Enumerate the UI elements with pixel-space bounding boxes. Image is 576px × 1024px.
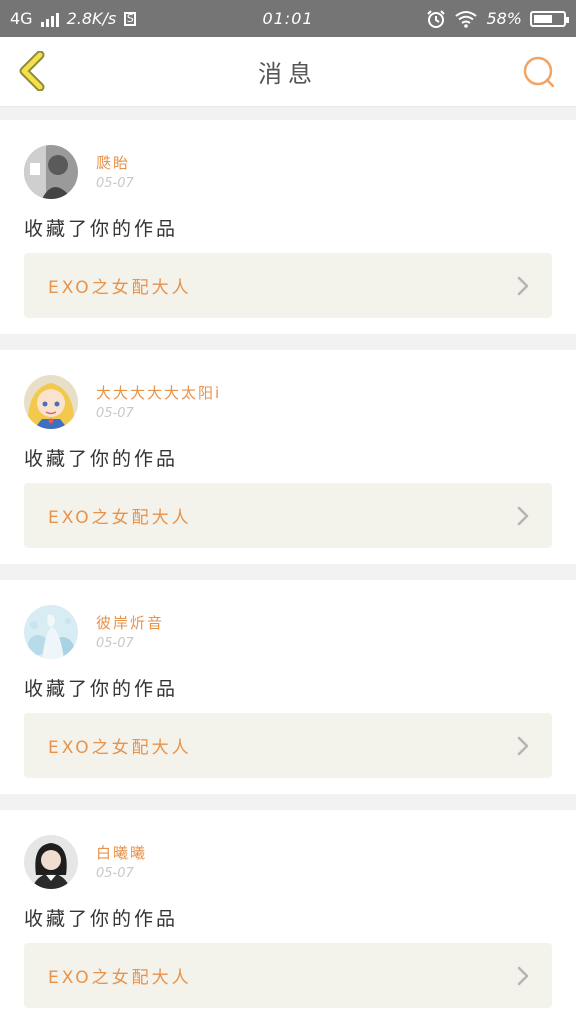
message-card[interactable]: 彼岸炘音 05-07 收藏了你的作品 EXO之女配大人 <box>0 580 576 794</box>
message-card[interactable]: 白曦曦 05-07 收藏了你的作品 EXO之女配大人 <box>0 810 576 1024</box>
avatar[interactable] <box>24 375 78 429</box>
work-title: EXO之女配大人 <box>48 968 192 988</box>
action-text: 收藏了你的作品 <box>24 448 179 470</box>
header: 消息 <box>0 37 576 107</box>
s-badge-icon: S <box>124 11 137 26</box>
signal-icon <box>40 11 59 27</box>
search-button[interactable] <box>522 55 556 89</box>
work-link[interactable]: EXO之女配大人 <box>24 483 552 548</box>
work-link[interactable]: EXO之女配大人 <box>24 943 552 1008</box>
user-name[interactable]: 大大大大大太阳i <box>96 382 221 403</box>
network-type: 4G <box>10 9 33 28</box>
chevron-left-icon <box>19 50 45 92</box>
back-button[interactable] <box>14 50 50 92</box>
chevron-right-icon <box>517 276 529 296</box>
user-name[interactable]: 瓞眙 <box>96 152 130 173</box>
chevron-right-icon <box>517 506 529 526</box>
work-link[interactable]: EXO之女配大人 <box>24 713 552 778</box>
battery-percent: 58% <box>486 9 522 28</box>
message-card[interactable]: 瓞眙 05-07 收藏了你的作品 EXO之女配大人 <box>0 120 576 334</box>
chevron-right-icon <box>517 966 529 986</box>
message-date: 05-07 <box>96 866 134 881</box>
message-date: 05-07 <box>96 406 134 421</box>
action-text: 收藏了你的作品 <box>24 678 179 700</box>
status-bar: 4G 2.8K/s S 01:01 58% <box>0 0 576 37</box>
page-title: 消息 <box>258 60 318 88</box>
work-title: EXO之女配大人 <box>48 508 192 528</box>
chevron-right-icon <box>517 736 529 756</box>
user-name[interactable]: 白曦曦 <box>96 842 147 863</box>
message-date: 05-07 <box>96 636 134 651</box>
wifi-icon <box>455 10 478 28</box>
action-text: 收藏了你的作品 <box>24 218 179 240</box>
alarm-icon <box>427 9 446 28</box>
avatar[interactable] <box>24 145 78 199</box>
avatar[interactable] <box>24 605 78 659</box>
work-link[interactable]: EXO之女配大人 <box>24 253 552 318</box>
work-title: EXO之女配大人 <box>48 738 192 758</box>
user-name[interactable]: 彼岸炘音 <box>96 612 164 633</box>
message-card[interactable]: 大大大大大太阳i 05-07 收藏了你的作品 EXO之女配大人 <box>0 350 576 564</box>
battery-icon <box>530 10 569 27</box>
avatar[interactable] <box>24 835 78 889</box>
action-text: 收藏了你的作品 <box>24 908 179 930</box>
work-title: EXO之女配大人 <box>48 278 192 298</box>
message-date: 05-07 <box>96 176 134 191</box>
network-speed: 2.8K/s <box>66 9 117 28</box>
search-icon <box>523 56 555 88</box>
